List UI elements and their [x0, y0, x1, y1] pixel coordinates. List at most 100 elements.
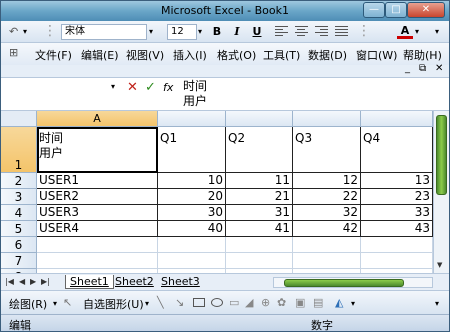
select-all-corner[interactable]: [1, 111, 37, 127]
last-sheet-icon[interactable]: ▶|: [41, 277, 50, 286]
cell-b6[interactable]: [158, 237, 226, 253]
draw-menu-button[interactable]: 绘图(R): [9, 296, 47, 312]
cell-e5[interactable]: 43: [361, 221, 433, 237]
cell-d5[interactable]: 42: [293, 221, 361, 237]
cell-b7[interactable]: [158, 253, 226, 269]
wordart-icon[interactable]: ◢: [245, 296, 253, 309]
row-header-4[interactable]: 4: [1, 205, 37, 221]
cancel-icon[interactable]: ✕: [127, 80, 138, 95]
cell-b2[interactable]: 10: [158, 173, 226, 189]
cell-e7[interactable]: [361, 253, 433, 269]
autoshapes-menu-button[interactable]: 自选图形(U): [83, 296, 144, 312]
cell-c6[interactable]: [226, 237, 293, 253]
row-header-3[interactable]: 3: [1, 189, 37, 205]
cell-e2[interactable]: 13: [361, 173, 433, 189]
align-left-icon[interactable]: [275, 26, 288, 38]
close-button[interactable]: ✕: [407, 2, 445, 18]
cell-b3[interactable]: 20: [158, 189, 226, 205]
vertical-scrollbar[interactable]: ▼: [433, 111, 449, 273]
diagram-icon[interactable]: ⊕: [261, 296, 270, 309]
cell-c7[interactable]: [226, 253, 293, 269]
cell-d4[interactable]: 32: [293, 205, 361, 221]
undo-dropdown-icon[interactable]: ▾: [23, 27, 27, 36]
first-sheet-icon[interactable]: |◀: [5, 277, 14, 286]
cell-c2[interactable]: 11: [226, 173, 293, 189]
column-header-c[interactable]: [226, 111, 293, 127]
oval-icon[interactable]: [211, 298, 223, 307]
autoshapes-dropdown-icon[interactable]: ▾: [145, 299, 149, 308]
fill-color-dropdown-icon[interactable]: ▾: [351, 299, 355, 308]
tab-sheet3[interactable]: Sheet3: [157, 275, 204, 289]
cell-b4[interactable]: 30: [158, 205, 226, 221]
cell-a1[interactable]: 时间 用户: [37, 127, 158, 173]
fill-color-icon[interactable]: ◭: [335, 296, 343, 309]
menu-window[interactable]: 窗口(W): [356, 47, 397, 63]
menu-tools[interactable]: 工具(T): [263, 47, 300, 63]
row-header-7[interactable]: 7: [1, 253, 37, 269]
cell-e3[interactable]: 23: [361, 189, 433, 205]
cell-c5[interactable]: 41: [226, 221, 293, 237]
cell-c3[interactable]: 21: [226, 189, 293, 205]
cell-d1[interactable]: Q3: [293, 127, 361, 173]
cell-c1[interactable]: Q2: [226, 127, 293, 173]
cell-a6[interactable]: [37, 237, 158, 253]
cell-d3[interactable]: 22: [293, 189, 361, 205]
cell-d7[interactable]: [293, 253, 361, 269]
picture-icon[interactable]: ▣: [295, 296, 305, 309]
workbook-minimize-icon[interactable]: _: [405, 63, 410, 74]
formula-input[interactable]: 时间 用户: [183, 79, 433, 109]
undo-icon[interactable]: ↶: [9, 25, 18, 38]
cell-b5[interactable]: 40: [158, 221, 226, 237]
cell-e6[interactable]: [361, 237, 433, 253]
align-center-icon[interactable]: [295, 26, 308, 38]
draw-dropdown-icon[interactable]: ▾: [53, 299, 57, 308]
select-objects-icon[interactable]: ↖: [63, 296, 72, 309]
cell-e1[interactable]: Q4: [361, 127, 433, 173]
column-header-d[interactable]: [293, 111, 361, 127]
merge-center-icon[interactable]: [335, 26, 348, 38]
row-header-2[interactable]: 2: [1, 173, 37, 189]
font-name-dropdown-icon[interactable]: ▾: [149, 27, 153, 36]
row-header-1[interactable]: 1: [1, 127, 37, 173]
horizontal-scrollbar[interactable]: [273, 277, 433, 288]
cell-a4[interactable]: USER3: [37, 205, 158, 221]
enter-icon[interactable]: ✓: [145, 80, 156, 95]
app-menu-icon[interactable]: ⊞: [9, 46, 18, 59]
menu-insert[interactable]: 插入(I): [173, 47, 207, 63]
cell-e4[interactable]: 33: [361, 205, 433, 221]
rectangle-icon[interactable]: [193, 298, 205, 307]
minimize-button[interactable]: —: [363, 2, 385, 18]
column-header-e[interactable]: [361, 111, 433, 127]
font-size-box[interactable]: 12: [167, 24, 197, 40]
menu-help[interactable]: 帮助(H): [403, 47, 442, 63]
font-color-button[interactable]: A: [397, 24, 413, 39]
workbook-close-icon[interactable]: ✕: [435, 63, 443, 74]
tab-sheet2[interactable]: Sheet2: [111, 275, 158, 289]
cell-a5[interactable]: USER4: [37, 221, 158, 237]
cell-a7[interactable]: [37, 253, 158, 269]
horizontal-scroll-thumb[interactable]: [284, 279, 404, 287]
menu-file[interactable]: 文件(F): [35, 47, 72, 63]
next-sheet-icon[interactable]: ▶: [30, 277, 36, 286]
font-color-dropdown-icon[interactable]: ▾: [415, 27, 419, 36]
line-icon[interactable]: ╲: [157, 296, 164, 309]
menu-data[interactable]: 数据(D): [308, 47, 347, 63]
insert-function-icon[interactable]: fx: [163, 81, 173, 94]
cell-c4[interactable]: 31: [226, 205, 293, 221]
vertical-scroll-thumb[interactable]: [436, 115, 447, 195]
tab-sheet1[interactable]: Sheet1: [65, 275, 114, 289]
name-box-dropdown-icon[interactable]: ▾: [111, 82, 115, 91]
maximize-button[interactable]: □: [385, 2, 407, 18]
workbook-restore-icon[interactable]: ⧉: [419, 63, 426, 74]
cell-a3[interactable]: USER2: [37, 189, 158, 205]
column-header-a[interactable]: A: [37, 111, 158, 127]
align-right-icon[interactable]: [315, 26, 328, 38]
shadow-icon[interactable]: ▤: [313, 296, 323, 309]
font-size-dropdown-icon[interactable]: ▾: [198, 27, 202, 36]
name-box[interactable]: [3, 80, 121, 96]
italic-button[interactable]: I: [229, 24, 245, 40]
row-header-5[interactable]: 5: [1, 221, 37, 237]
menu-format[interactable]: 格式(O): [217, 47, 256, 63]
scroll-down-icon[interactable]: ▼: [437, 261, 442, 269]
menu-edit[interactable]: 编辑(E): [81, 47, 119, 63]
